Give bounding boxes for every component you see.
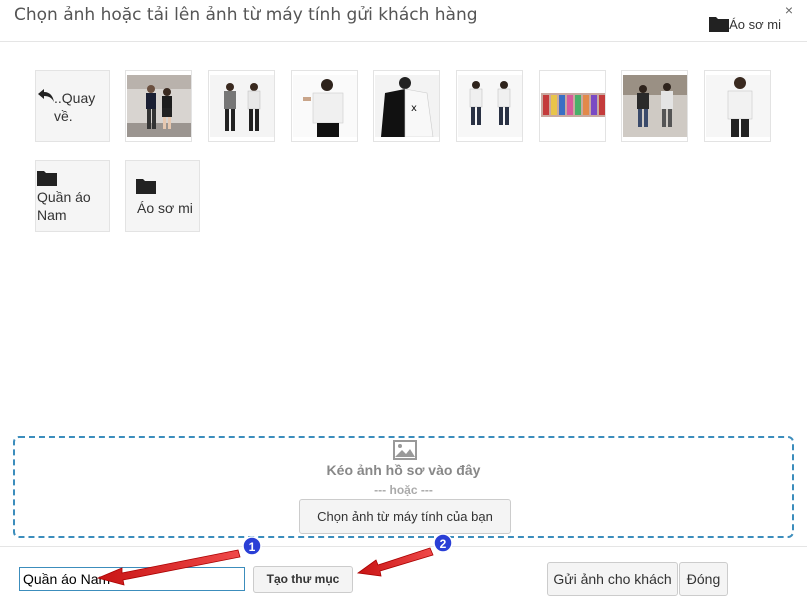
image-thumbnail[interactable]	[539, 70, 606, 142]
image-thumbnail[interactable]	[125, 70, 192, 142]
image-icon	[393, 440, 417, 460]
close-button[interactable]: Đóng	[679, 562, 728, 596]
current-folder-breadcrumb[interactable]: Áo sơ mi	[709, 16, 781, 32]
dropzone-or: --- hoặc ---	[374, 483, 433, 497]
couple-photo-image	[127, 75, 191, 137]
folder-tile[interactable]: Áo sơ mi	[125, 160, 200, 232]
svg-text:x: x	[411, 103, 417, 114]
modal-footer: Tạo thư mục Gửi ảnh cho khách Đóng	[0, 546, 807, 609]
folder-name-input[interactable]	[19, 567, 245, 591]
upload-dropzone[interactable]: Kéo ảnh hồ sơ vào đây --- hoặc --- Chọn …	[13, 436, 794, 538]
image-thumbnail[interactable]	[291, 70, 358, 142]
send-to-customer-button[interactable]: Gửi ảnh cho khách	[547, 562, 678, 596]
create-folder-button[interactable]: Tạo thư mục	[253, 566, 353, 593]
back-label: ..Quay về.	[54, 90, 96, 124]
image-thumbnail[interactable]	[456, 70, 523, 142]
modal-header: Chọn ảnh hoặc tải lên ảnh từ máy tính gử…	[0, 0, 807, 42]
folder-icon	[37, 171, 57, 186]
folder-tile[interactable]: Quần áo Nam	[35, 160, 110, 232]
image-thumbnail[interactable]	[208, 70, 275, 142]
folder-label: Áo sơ mi	[137, 200, 193, 216]
two-men-photo-image	[210, 75, 274, 137]
dropzone-title: Kéo ảnh hồ sơ vào đây	[326, 462, 481, 478]
shop-display-photo-image	[541, 75, 605, 137]
image-thumbnail[interactable]	[704, 70, 771, 142]
back-tile[interactable]: ..Quay về.	[35, 70, 110, 142]
folder-label: Quần áo Nam	[37, 189, 91, 223]
white-shirt-photo-image	[293, 75, 357, 137]
two-men-white-shirts-photo-image	[458, 75, 522, 137]
folder-icon	[709, 17, 730, 32]
image-thumbnail[interactable]	[621, 70, 688, 142]
image-thumbnail[interactable]: x	[373, 70, 440, 142]
close-icon[interactable]: ×	[785, 2, 793, 18]
current-folder-label: Áo sơ mi	[729, 16, 781, 32]
modal-title: Chọn ảnh hoặc tải lên ảnh từ máy tính gử…	[14, 5, 478, 25]
choose-file-button[interactable]: Chọn ảnh từ máy tính của bạn	[299, 499, 511, 534]
folder-icon	[136, 179, 156, 194]
man-white-shirt-photo-image	[706, 75, 770, 137]
black-white-shirt-photo-image: x	[375, 75, 439, 137]
men-street-photo-image	[623, 75, 687, 137]
